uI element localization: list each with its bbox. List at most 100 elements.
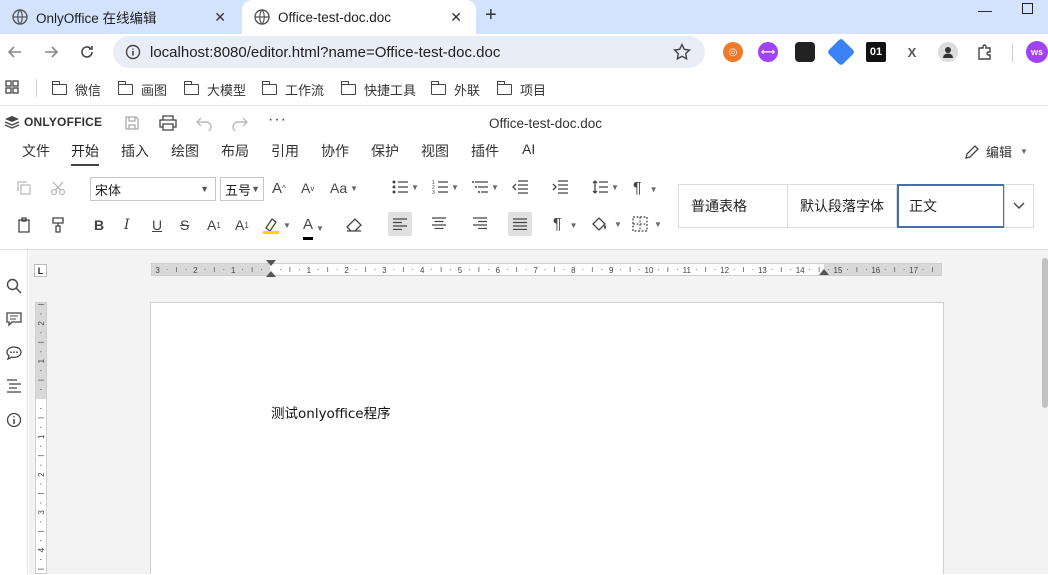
multilevel-list-icon[interactable]: ▼ xyxy=(472,180,499,194)
change-case-icon[interactable]: Aa ▼ xyxy=(330,180,358,196)
underline-icon[interactable]: U xyxy=(152,217,162,233)
search-icon[interactable] xyxy=(4,276,24,296)
document-paragraph[interactable]: 测试onlyoffice程序 xyxy=(271,402,391,422)
italic-icon[interactable]: I xyxy=(124,217,130,233)
increase-font-icon[interactable]: A ^ xyxy=(272,180,286,197)
highlight-color-button[interactable]: ▼ xyxy=(262,216,291,234)
align-left-icon[interactable] xyxy=(388,212,412,236)
x-extension-icon[interactable]: X xyxy=(902,42,922,62)
tab-collaboration[interactable]: 协作 xyxy=(321,141,349,161)
extensions-puzzle-icon[interactable] xyxy=(975,42,995,62)
increase-indent-icon[interactable] xyxy=(552,180,568,194)
font-name-select[interactable]: 宋体 ▼ xyxy=(90,177,216,201)
tab-stop-selector[interactable]: L xyxy=(34,264,47,277)
chat-icon[interactable] xyxy=(4,343,24,363)
align-right-icon[interactable] xyxy=(473,217,487,229)
forward-icon[interactable] xyxy=(41,42,61,62)
document-page[interactable]: 测试onlyoffice程序 xyxy=(150,302,944,574)
paste-icon[interactable] xyxy=(16,217,32,233)
strikethrough-icon[interactable]: S xyxy=(180,217,189,233)
translate-extension-icon[interactable]: ⟷ xyxy=(758,42,778,62)
close-tab-icon[interactable]: ✕ xyxy=(450,9,462,26)
close-tab-icon[interactable]: ✕ xyxy=(214,9,226,26)
about-info-icon[interactable] xyxy=(4,410,24,430)
style-normal-table[interactable]: 普通表格 xyxy=(678,184,788,228)
tab-ai[interactable]: AI xyxy=(522,141,535,157)
copy-icon[interactable] xyxy=(16,180,32,196)
line-spacing-icon[interactable]: ▼ xyxy=(592,180,619,194)
save-icon[interactable] xyxy=(124,115,140,134)
paragraph-direction-icon[interactable]: ¶ ▼ xyxy=(633,180,658,198)
tab-plugins[interactable]: 插件 xyxy=(471,141,499,161)
chevron-down-icon: ▼ xyxy=(491,182,499,192)
reload-icon[interactable] xyxy=(77,42,97,62)
new-tab-button[interactable]: + xyxy=(485,4,497,27)
first-line-indent-marker[interactable] xyxy=(266,260,276,266)
navigation-headings-icon[interactable] xyxy=(4,376,24,396)
clear-format-icon[interactable] xyxy=(345,217,363,233)
format-painter-icon[interactable] xyxy=(50,217,66,233)
bookmark-folder-weixin[interactable]: 微信 xyxy=(51,80,101,99)
shading-button[interactable]: ▼ xyxy=(590,216,622,232)
tab-home[interactable]: 开始 xyxy=(71,141,99,166)
horizontal-ruler[interactable]: 3 2 1 1 2 3 4 5 6 7 8 9 10 11 12 13 14 15 16 17 xyxy=(151,260,942,277)
chat-extension-icon[interactable] xyxy=(795,42,815,62)
style-body-text-selected[interactable]: 正文 xyxy=(897,184,1005,228)
nonprinting-chars-icon[interactable]: ¶ ▼ xyxy=(553,216,578,234)
decrease-font-icon[interactable]: Av xyxy=(301,180,314,196)
edit-mode-button[interactable]: 编辑 ▼ xyxy=(964,142,1028,161)
folder-icon xyxy=(261,81,277,95)
font-color-button[interactable]: A ▼ xyxy=(303,216,324,240)
bookmark-star-icon[interactable] xyxy=(672,42,692,64)
maximize-icon[interactable] xyxy=(1022,3,1033,14)
borders-button[interactable]: ▼ xyxy=(632,216,662,232)
more-actions-button[interactable]: ··· xyxy=(268,111,287,129)
apps-grid-icon[interactable] xyxy=(5,80,19,97)
back-icon[interactable] xyxy=(5,42,25,62)
justify-icon[interactable] xyxy=(508,212,532,236)
tab-file[interactable]: 文件 xyxy=(22,141,50,161)
style-default-paragraph-font[interactable]: 默认段落字体 xyxy=(787,184,897,228)
tab-onlyoffice-editor[interactable]: OnlyOffice 在线编辑 ✕ xyxy=(0,0,240,34)
bold-icon[interactable]: B xyxy=(94,217,104,233)
vertical-ruler[interactable]: 2 1 1 2 3 4 xyxy=(35,302,47,574)
address-bar[interactable]: localhost:8080/editor.html?name=Office-t… xyxy=(113,36,705,68)
cube-extension-icon[interactable] xyxy=(826,37,856,67)
tab-layout[interactable]: 布局 xyxy=(221,141,249,161)
bookmark-folder-damoxing[interactable]: 大模型 xyxy=(183,80,246,99)
bookmark-folder-kuaijie[interactable]: 快捷工具 xyxy=(340,80,416,99)
tab-protection[interactable]: 保护 xyxy=(371,141,399,161)
undo-icon[interactable] xyxy=(195,115,213,134)
subscript-icon[interactable]: A1 xyxy=(235,217,249,233)
right-indent-marker[interactable] xyxy=(819,269,829,275)
cut-icon[interactable] xyxy=(50,180,66,196)
tab-references[interactable]: 引用 xyxy=(271,141,299,161)
profile-avatar[interactable]: ws xyxy=(1026,41,1048,63)
bookmark-folder-gongzuoliu[interactable]: 工作流 xyxy=(261,80,324,99)
redo-icon[interactable] xyxy=(231,115,249,134)
tab-office-test-doc[interactable]: Office-test-doc.doc ✕ xyxy=(242,0,476,34)
comments-icon[interactable] xyxy=(4,309,24,329)
bookmark-folder-xiangmu[interactable]: 项目 xyxy=(496,80,546,99)
avatar-extension-icon[interactable] xyxy=(938,42,958,62)
tab-view[interactable]: 视图 xyxy=(421,141,449,161)
compass-extension-icon[interactable]: ◎ xyxy=(723,42,743,62)
align-center-icon[interactable] xyxy=(432,217,446,229)
ext-01-icon[interactable]: 01 xyxy=(866,42,886,62)
bookmarks-bar: 微信 画图 大模型 工作流 快捷工具 外联 项目 xyxy=(0,70,1048,106)
print-icon[interactable] xyxy=(159,115,177,134)
site-info-icon[interactable] xyxy=(125,44,141,63)
bookmark-folder-huatu[interactable]: 画图 xyxy=(117,80,167,99)
superscript-icon[interactable]: A1 xyxy=(207,217,221,233)
bookmark-folder-wailian[interactable]: 外联 xyxy=(430,80,480,99)
tab-draw[interactable]: 绘图 xyxy=(171,141,199,161)
decrease-indent-icon[interactable] xyxy=(512,180,528,194)
vertical-scrollbar[interactable] xyxy=(1042,258,1048,408)
styles-expand-button[interactable] xyxy=(1004,184,1034,228)
tab-insert[interactable]: 插入 xyxy=(121,141,149,161)
minimize-icon[interactable]: — xyxy=(978,2,992,18)
font-size-select[interactable]: 五号 ▼ xyxy=(220,177,264,201)
left-indent-marker[interactable] xyxy=(266,271,276,277)
numbered-list-icon[interactable]: 123 ▼ xyxy=(432,180,459,194)
bullet-list-icon[interactable]: ▼ xyxy=(392,180,419,194)
